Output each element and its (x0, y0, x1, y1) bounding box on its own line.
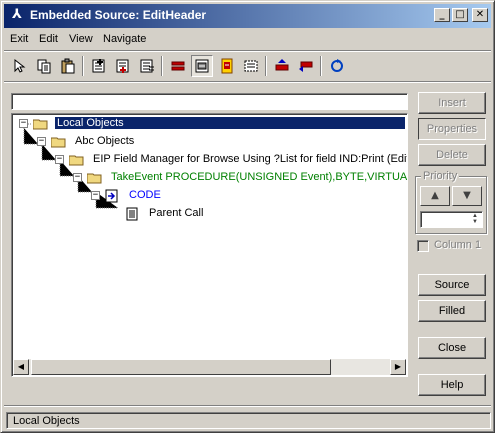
menu-exit[interactable]: Exit (10, 33, 28, 45)
toolbar-separator (265, 56, 267, 76)
locator-input[interactable] (11, 93, 408, 110)
folder-icon (87, 173, 102, 184)
tree-node-label: TakeEvent PROCEDURE(UNSIGNED Event),BYTE… (111, 171, 408, 183)
embedded-source-window: ⅄ Embedded Source: EditHeader _ □ ✕ Exit… (0, 0, 495, 433)
source-button[interactable]: Source (418, 274, 486, 296)
collapse-icon[interactable]: − (19, 119, 28, 128)
priority-spin-input[interactable]: ▲ ▼ (420, 211, 483, 228)
paste-icon[interactable] (57, 55, 79, 77)
collapse-icon[interactable]: − (91, 191, 100, 200)
copy-icon[interactable] (33, 55, 55, 77)
close-window-button[interactable]: ✕ (472, 8, 488, 22)
minimize-button[interactable]: _ (434, 8, 450, 22)
toolbar-separator-line (4, 81, 491, 83)
priority-up-button[interactable]: ▲ (420, 186, 450, 206)
code-entry-icon (105, 189, 118, 203)
red-bar-icon[interactable] (167, 55, 189, 77)
menu-view[interactable]: View (69, 33, 93, 45)
status-text: Local Objects (13, 415, 80, 427)
help-button[interactable]: Help (418, 374, 486, 396)
tree-node-label: Parent Call (149, 207, 204, 219)
menu-separator (4, 50, 491, 52)
spin-arrows-icon[interactable]: ▲ ▼ (469, 213, 481, 226)
scroll-right-icon[interactable]: ▶ (390, 359, 406, 375)
collapse-icon[interactable]: − (37, 137, 46, 146)
filled-button[interactable]: Filled (418, 300, 486, 322)
menu-edit[interactable]: Edit (39, 33, 58, 45)
toolbar (6, 53, 490, 79)
folder-icon (69, 155, 84, 166)
refresh-icon[interactable] (326, 55, 348, 77)
menu-navigate[interactable]: Navigate (103, 33, 146, 45)
toolbar-separator (161, 56, 163, 76)
tree-node-label: Abc Objects (75, 135, 135, 147)
status-separator (4, 405, 491, 407)
embed-tree[interactable]: − Local Objects − Abc Objects − EIP Fiel… (11, 113, 408, 377)
title-bar[interactable]: ⅄ Embedded Source: EditHeader _ □ ✕ (4, 4, 491, 28)
insert-child-icon[interactable] (136, 55, 158, 77)
embed-icon[interactable] (191, 55, 213, 77)
tree-node-label: Local Objects (54, 116, 406, 130)
scroll-left-icon[interactable]: ◀ (13, 359, 29, 375)
source-icon[interactable] (216, 55, 238, 77)
column-checkbox[interactable] (417, 240, 429, 252)
document-icon (126, 207, 138, 221)
folder-icon (51, 137, 66, 148)
toolbar-separator (82, 56, 84, 76)
delete-button[interactable]: Delete (418, 144, 486, 166)
tree-node-label: CODE (129, 189, 161, 201)
tree-node-local-objects[interactable]: − Local Objects (15, 116, 406, 132)
maximize-button[interactable]: □ (452, 8, 468, 22)
app-icon: ⅄ (12, 7, 22, 22)
folder-icon (33, 119, 48, 130)
priority-label: Priority (421, 170, 460, 182)
insert-below-icon[interactable] (112, 55, 134, 77)
prev-embed-icon[interactable] (271, 55, 293, 77)
properties-button[interactable]: Properties (418, 118, 486, 140)
toolbar-separator (320, 56, 322, 76)
collapse-icon[interactable]: − (55, 155, 64, 164)
tree-node-label: EIP Field Manager for Browse Using ?List… (93, 153, 408, 165)
filled-icon[interactable] (240, 55, 262, 77)
close-button[interactable]: Close (418, 337, 486, 359)
column-checkbox-label: Column 1 (434, 239, 482, 251)
status-bar: Local Objects (6, 412, 491, 429)
collapse-icon[interactable]: − (73, 173, 82, 182)
cursor-icon[interactable] (8, 55, 30, 77)
next-embed-icon[interactable] (295, 55, 317, 77)
horizontal-scrollbar[interactable]: ◀ ▶ (13, 359, 406, 375)
priority-down-button[interactable]: ▼ (452, 186, 482, 206)
scroll-thumb[interactable] (31, 359, 331, 375)
insert-button[interactable]: Insert (418, 92, 486, 114)
window-title: Embedded Source: EditHeader (30, 8, 207, 22)
insert-above-icon[interactable] (88, 55, 110, 77)
